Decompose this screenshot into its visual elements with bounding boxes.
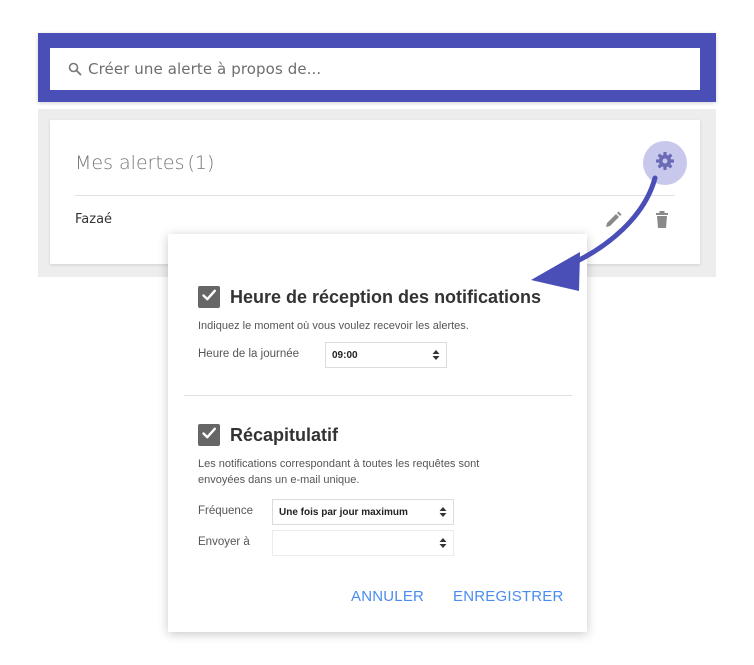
digest-description-line-2: envoyées dans un e-mail unique.	[198, 474, 360, 486]
alerts-title-label: Mes alertes	[75, 152, 185, 174]
select-arrows-icon	[439, 537, 447, 549]
settings-button[interactable]	[643, 141, 687, 185]
time-of-day-select[interactable]: 09:00	[325, 342, 447, 368]
popup-divider	[184, 395, 572, 396]
trash-icon	[654, 211, 670, 234]
frequency-select[interactable]: Une fois par jour maximum	[272, 499, 454, 525]
save-button[interactable]: ENREGISTRER	[453, 588, 564, 605]
send-to-select[interactable]	[272, 530, 454, 556]
search-icon	[68, 62, 82, 76]
pencil-icon	[603, 211, 623, 234]
alerts-count: (1)	[187, 152, 215, 174]
gear-icon	[655, 151, 675, 176]
search-input[interactable]: Créer une alerte à propos de...	[50, 48, 700, 90]
delete-button[interactable]	[654, 210, 670, 230]
digest-section-title: Récapitulatif	[230, 424, 339, 445]
alert-item-name[interactable]: Fazaé	[75, 212, 112, 227]
digest-description-line-1: Les notifications correspondant à toutes…	[198, 458, 480, 470]
delivery-checkbox[interactable]	[198, 286, 220, 308]
select-arrows-icon	[432, 349, 440, 361]
send-to-label: Envoyer à	[198, 536, 250, 548]
select-arrows-icon	[439, 506, 447, 518]
cancel-button[interactable]: ANNULER	[351, 588, 424, 605]
time-of-day-label: Heure de la journée	[198, 348, 300, 360]
search-placeholder: Créer une alerte à propos de...	[88, 60, 322, 78]
frequency-label: Fréquence	[198, 505, 253, 517]
digest-checkbox[interactable]	[198, 424, 220, 446]
alerts-title: Mes alertes (1)	[75, 152, 214, 174]
edit-button[interactable]	[603, 210, 623, 230]
checkbox-checked-icon	[201, 287, 217, 308]
delivery-section-header: Heure de réception des notifications	[198, 286, 541, 308]
digest-section-header: Récapitulatif	[198, 424, 338, 446]
digest-section-description: Les notifications correspondant à toutes…	[198, 456, 479, 488]
time-of-day-value: 09:00	[332, 349, 358, 361]
alerts-divider	[75, 195, 675, 196]
frequency-value: Une fois par jour maximum	[279, 506, 408, 518]
checkbox-checked-icon	[201, 425, 217, 446]
search-banner: Créer une alerte à propos de...	[38, 33, 716, 102]
delivery-section-description: Indiquez le moment où vous voulez recevo…	[198, 320, 469, 332]
delivery-section-title: Heure de réception des notifications	[230, 286, 542, 307]
alert-settings-popup: Heure de réception des notifications Ind…	[168, 234, 587, 632]
